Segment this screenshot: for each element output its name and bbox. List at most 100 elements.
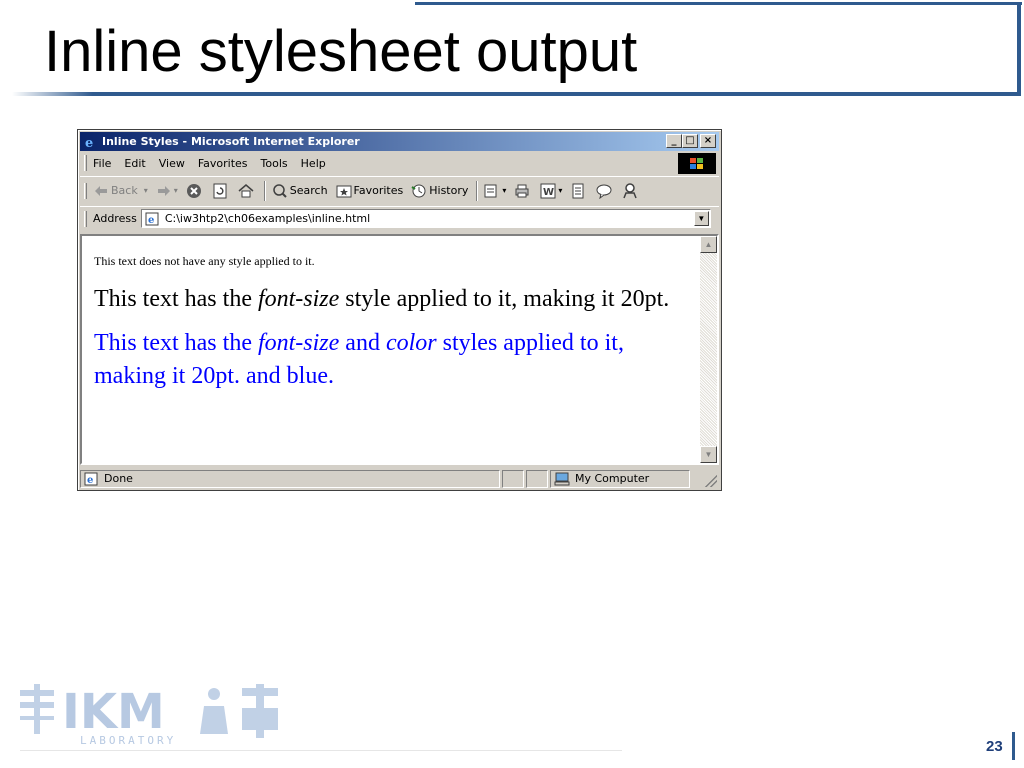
- window-title: Inline Styles - Microsoft Internet Explo…: [102, 135, 360, 148]
- svg-text:e: e: [85, 136, 93, 149]
- mail-dropdown-icon[interactable]: ▾: [502, 186, 506, 195]
- logo-text: IKM: [62, 684, 165, 740]
- menu-tools[interactable]: Tools: [261, 157, 288, 170]
- text-segment: and: [339, 330, 386, 357]
- menu-file[interactable]: File: [93, 157, 111, 170]
- close-button[interactable]: ×: [700, 134, 716, 148]
- status-cell: [502, 469, 524, 488]
- home-icon: [238, 183, 254, 199]
- page-number-bar: [1012, 732, 1015, 760]
- mail-button[interactable]: ▾: [484, 183, 506, 199]
- stop-button[interactable]: [186, 183, 204, 199]
- text-segment: This text has the: [94, 286, 258, 312]
- back-arrow-icon: [93, 183, 109, 199]
- windows-logo-icon: [678, 153, 716, 174]
- vertical-scrollbar[interactable]: ▲ ▼: [700, 236, 717, 463]
- emphasis-font-size: font-size: [257, 286, 340, 312]
- forward-button[interactable]: ▾: [156, 183, 178, 199]
- refresh-icon: [212, 183, 228, 199]
- address-grip[interactable]: [84, 210, 87, 227]
- search-label: Search: [289, 184, 328, 197]
- computer-icon: [554, 471, 570, 487]
- chat-bubble-icon: [596, 183, 612, 199]
- favorites-label: Favorites: [353, 184, 404, 197]
- slide-frame-right: [1017, 2, 1021, 96]
- print-button[interactable]: [514, 183, 532, 199]
- history-button[interactable]: History: [411, 183, 468, 199]
- menu-view[interactable]: View: [159, 157, 185, 170]
- document-icon: [570, 183, 586, 199]
- page-viewport: This text does not have any style applie…: [80, 234, 719, 465]
- discuss-button[interactable]: [570, 183, 588, 199]
- word-edit-icon: W: [540, 183, 556, 199]
- page-number: 23: [986, 738, 1003, 755]
- page-content: This text does not have any style applie…: [94, 254, 694, 392]
- history-icon: [411, 183, 427, 199]
- slide-frame-top: [415, 2, 1022, 5]
- title-bar[interactable]: e Inline Styles - Microsoft Internet Exp…: [80, 132, 719, 151]
- text-segment: style applied to it, making it 20pt.: [339, 286, 670, 312]
- slide-frame-bottom: [12, 92, 1021, 96]
- search-button[interactable]: Search: [272, 183, 328, 199]
- resize-grip[interactable]: [705, 475, 717, 487]
- back-label: Back: [111, 184, 138, 197]
- menu-edit[interactable]: Edit: [124, 157, 145, 170]
- toolbar-grip[interactable]: [84, 182, 87, 199]
- address-bar: Address e C:\iw3htp2\ch06examples\inline…: [80, 206, 719, 230]
- home-button[interactable]: [238, 183, 256, 199]
- status-page-icon: e: [83, 471, 99, 487]
- favorites-icon: [336, 183, 352, 199]
- mail-icon: [484, 183, 500, 199]
- slide-title: Inline stylesheet output: [44, 19, 638, 84]
- toolbar-separator: [263, 180, 266, 201]
- user-icon: [622, 182, 638, 199]
- menu-bar: File Edit View Favorites Tools Help: [80, 153, 719, 174]
- forward-dropdown-icon[interactable]: ▾: [174, 186, 178, 195]
- address-dropdown-button[interactable]: ▼: [693, 211, 709, 226]
- menu-help[interactable]: Help: [301, 157, 326, 170]
- ikm-logo: IKM LABORATORY: [18, 682, 286, 748]
- zone-label: My Computer: [575, 472, 650, 485]
- emphasis-color: color: [385, 330, 437, 357]
- status-cell: [526, 469, 548, 488]
- footer-line: [20, 750, 622, 751]
- text-segment: This text has the: [94, 330, 258, 357]
- status-main: e Done: [80, 469, 500, 488]
- back-button[interactable]: Back ▾: [93, 183, 148, 199]
- toolbar-separator: [476, 180, 479, 201]
- history-label: History: [429, 184, 469, 197]
- status-text: Done: [104, 472, 133, 485]
- browser-window: e Inline Styles - Microsoft Internet Exp…: [77, 129, 722, 491]
- edit-button[interactable]: W ▾: [540, 183, 562, 199]
- edit-dropdown-icon[interactable]: ▾: [558, 186, 562, 195]
- address-value: C:\iw3htp2\ch06examples\inline.html: [164, 212, 371, 225]
- scroll-up-button[interactable]: ▲: [700, 236, 717, 253]
- address-input[interactable]: e C:\iw3htp2\ch06examples\inline.html ▼: [140, 209, 711, 228]
- messenger-button[interactable]: [596, 183, 614, 199]
- security-zone[interactable]: My Computer: [550, 469, 690, 488]
- maximize-button[interactable]: □: [682, 134, 698, 148]
- svg-text:e: e: [148, 215, 154, 226]
- favorites-button[interactable]: Favorites: [336, 183, 404, 199]
- paragraph-font-size: This text has the font-size style applie…: [94, 283, 694, 315]
- search-icon: [272, 183, 288, 199]
- svg-text:e: e: [87, 475, 93, 486]
- menu-favorites[interactable]: Favorites: [198, 157, 248, 170]
- paragraph-plain: This text does not have any style applie…: [94, 254, 315, 268]
- logo-subtext: LABORATORY: [80, 734, 176, 747]
- address-label: Address: [93, 212, 137, 225]
- minimize-button[interactable]: _: [666, 134, 682, 148]
- emphasis-font-size: font-size: [257, 330, 340, 357]
- menu-grip[interactable]: [84, 155, 87, 171]
- forward-arrow-icon: [156, 183, 172, 199]
- svg-text:W: W: [543, 187, 554, 198]
- back-dropdown-icon[interactable]: ▾: [144, 186, 148, 195]
- user-button[interactable]: [622, 182, 640, 199]
- stop-icon: [186, 183, 202, 199]
- scroll-down-button[interactable]: ▼: [700, 446, 717, 463]
- standard-toolbar: Back ▾ ▾ Search Favorites History ▾ W ▾: [80, 176, 719, 204]
- refresh-button[interactable]: [212, 183, 230, 199]
- page-icon: e: [144, 211, 160, 227]
- status-bar: e Done My Computer: [80, 468, 719, 489]
- paragraph-font-size-color: This text has the font-size and color st…: [94, 327, 694, 392]
